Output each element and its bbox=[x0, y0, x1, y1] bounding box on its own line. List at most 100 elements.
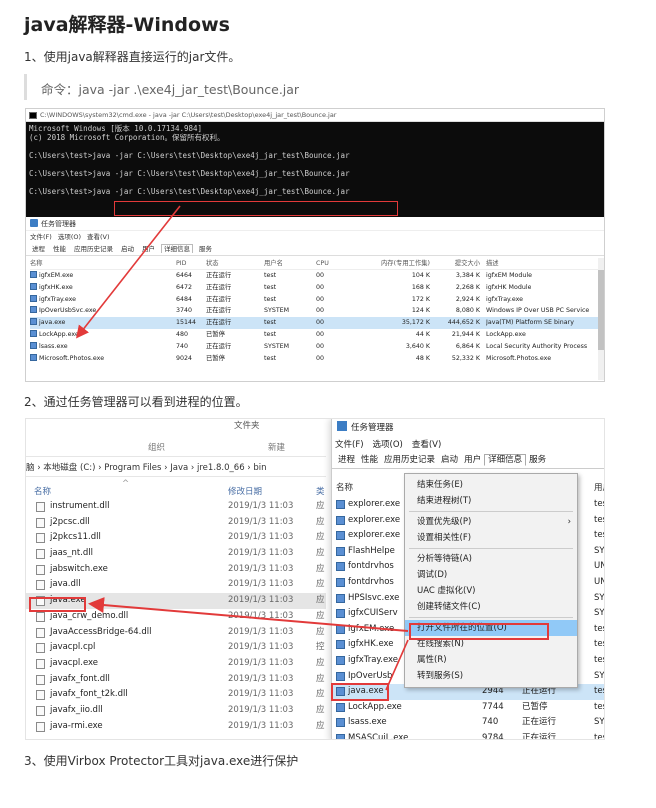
cell-desc: LockApp.exe bbox=[486, 330, 526, 338]
table-row[interactable]: igfxTray.exe 6484 正在运行 test 00 172 K 2,924 Kig… bbox=[30, 294, 600, 306]
cell-pid: 6484 bbox=[176, 295, 193, 303]
table-row[interactable]: lsass.exe 740 正在运行 SYSTEM 00 3,640 K 6,864 K Lo… bbox=[30, 341, 600, 353]
file-row[interactable]: j2pkcs11.dll 2019/1/3 11:03 应 bbox=[26, 530, 326, 546]
context-menu-item[interactable]: 结束进程树(T) bbox=[405, 493, 577, 509]
file-name: jaas_nt.dll bbox=[50, 548, 93, 559]
file-name: javacpl.exe bbox=[50, 657, 99, 668]
file-row[interactable]: javafx_font.dll 2019/1/3 11:03 应 bbox=[26, 672, 326, 688]
file-row[interactable]: java.dll 2019/1/3 11:03 应 bbox=[26, 577, 326, 593]
process-name: igfxTray.exe bbox=[348, 654, 399, 665]
process-user: tes bbox=[594, 639, 604, 650]
col-date[interactable]: 修改日期 bbox=[228, 485, 262, 497]
tab-用户[interactable]: 用户 bbox=[140, 245, 157, 253]
tab-服务[interactable]: 服务 bbox=[526, 455, 549, 465]
cell-status: 已暂停 bbox=[206, 354, 225, 362]
menu-item[interactable]: 文件(F) bbox=[30, 233, 52, 241]
cell-pid: 480 bbox=[176, 330, 189, 338]
context-menu-item[interactable]: UAC 虚拟化(V) bbox=[405, 583, 577, 599]
file-name: j2pkcs11.dll bbox=[50, 532, 101, 543]
tm2-titlebar: 任务管理器 bbox=[332, 419, 604, 437]
tm1-col-header[interactable]: 用户名 bbox=[264, 258, 283, 270]
tab-服务[interactable]: 服务 bbox=[197, 245, 214, 253]
context-menu-item[interactable]: 转到服务(S) bbox=[405, 668, 577, 684]
menu-item[interactable]: 文件(F) bbox=[335, 440, 364, 450]
tab-进程[interactable]: 进程 bbox=[335, 455, 358, 465]
menu-item[interactable]: 选项(O) bbox=[58, 233, 81, 241]
tm1-col-header[interactable]: 名称 bbox=[30, 258, 43, 270]
menu-item[interactable]: 查看(V) bbox=[87, 233, 110, 241]
file-row[interactable]: javacpl.exe 2019/1/3 11:03 应 bbox=[26, 656, 326, 672]
process-name: igfxHK.exe bbox=[348, 639, 394, 650]
file-row[interactable]: instrument.dll 2019/1/3 11:03 应 bbox=[26, 499, 326, 515]
tab-用户[interactable]: 用户 bbox=[461, 455, 484, 465]
process-name: MSASCuiL.exe bbox=[348, 732, 409, 740]
file-row[interactable]: javafx_iio.dll 2019/1/3 11:03 应 bbox=[26, 703, 326, 719]
file-row[interactable]: javafx_font_t2k.dll 2019/1/3 11:03 应 bbox=[26, 687, 326, 703]
file-type: 应 bbox=[316, 704, 325, 715]
process-user: SY bbox=[594, 608, 605, 619]
cmd-line bbox=[29, 142, 601, 151]
file-row[interactable]: jabswitch.exe 2019/1/3 11:03 应 bbox=[26, 562, 326, 578]
process-user: UN bbox=[594, 576, 604, 587]
tab-性能[interactable]: 性能 bbox=[51, 245, 68, 253]
file-row[interactable]: java-rmi.exe 2019/1/3 11:03 应 bbox=[26, 719, 326, 735]
col-type[interactable]: 类 bbox=[316, 485, 325, 497]
cell-user: test bbox=[264, 283, 277, 291]
context-menu-item[interactable]: 创建转储文件(C) bbox=[405, 599, 577, 615]
tab-性能[interactable]: 性能 bbox=[358, 455, 381, 465]
context-menu-item[interactable]: 分析等待链(A) bbox=[405, 551, 577, 567]
tm2-title: 任务管理器 bbox=[351, 423, 394, 433]
table-row[interactable]: Microsoft.Photos.exe 9024 已暂停 test 00 48 K 52,… bbox=[30, 353, 600, 365]
tm2-col-name[interactable]: 名称 bbox=[336, 481, 353, 497]
tab-应用历史记录[interactable]: 应用历史记录 bbox=[381, 455, 438, 465]
tm1-scrollbar[interactable] bbox=[598, 258, 604, 380]
table-row[interactable]: igfxHK.exe 6472 正在运行 test 00 168 K 2,268 Kigfx… bbox=[30, 282, 600, 294]
process-row[interactable]: lsass.exe 740 正在运行 SY bbox=[332, 715, 604, 731]
table-row[interactable]: igfxEM.exe 6464 正在运行 test 00 104 K 3,384 Kigfx… bbox=[30, 270, 600, 282]
cmd-line: C:\Users\test>java -jar C:\Users\test\De… bbox=[29, 187, 350, 196]
tab-应用历史记录[interactable]: 应用历史记录 bbox=[72, 245, 115, 253]
context-menu-item[interactable]: 设置相关性(F) bbox=[405, 530, 577, 546]
process-icon bbox=[336, 609, 345, 619]
tab-启动[interactable]: 启动 bbox=[119, 245, 136, 253]
tab-进程[interactable]: 进程 bbox=[30, 245, 47, 253]
process-row[interactable]: MSASCuiL.exe 9784 正在运行 tes bbox=[332, 731, 604, 740]
menu-item[interactable]: 查看(V) bbox=[412, 440, 441, 450]
tm2-col-user[interactable]: 用户 bbox=[594, 481, 604, 497]
tm1-tabs: 进程 性能 应用历史记录 启动 用户 详细信息 服务 bbox=[26, 243, 604, 256]
file-row[interactable]: j2pcsc.dll 2019/1/3 11:03 应 bbox=[26, 515, 326, 531]
tm1-col-header[interactable]: 提交大小 bbox=[420, 258, 480, 270]
tm1-col-header[interactable]: CPU bbox=[316, 258, 329, 270]
file-name: instrument.dll bbox=[50, 501, 110, 511]
file-row[interactable]: javacpl.cpl 2019/1/3 11:03 控 bbox=[26, 640, 326, 656]
menu-item[interactable]: 选项(O) bbox=[373, 440, 403, 450]
ribbon-new-folder[interactable]: 文件夹 bbox=[234, 419, 260, 431]
file-row[interactable]: jaas_nt.dll 2019/1/3 11:03 应 bbox=[26, 546, 326, 562]
process-pid: 740 bbox=[482, 717, 499, 728]
cell-name: igfxTray.exe bbox=[30, 294, 76, 306]
col-name[interactable]: 名称 bbox=[34, 485, 51, 497]
cell-commit: 444,652 K bbox=[447, 319, 480, 327]
explorer-ribbon: 文件夹 组织 新建 bbox=[26, 419, 326, 457]
context-menu-item[interactable]: 属性(R) bbox=[405, 652, 577, 668]
context-menu-item[interactable]: 结束任务(E) bbox=[405, 477, 577, 493]
task-manager-icon bbox=[337, 421, 347, 431]
tm1-col-header[interactable]: 描述 bbox=[486, 258, 499, 270]
tm1-col-header[interactable]: PID bbox=[176, 258, 187, 270]
process-user: tes bbox=[594, 732, 604, 740]
tab-详细信息[interactable]: 详细信息 bbox=[484, 454, 527, 466]
cell-user: test bbox=[264, 354, 277, 362]
process-row[interactable]: LockApp.exe 7744 已暂停 tes bbox=[332, 700, 604, 716]
tm1-col-header[interactable]: 状态 bbox=[206, 258, 219, 270]
file-icon bbox=[36, 658, 45, 669]
tab-详细信息[interactable]: 详细信息 bbox=[161, 244, 193, 253]
tab-启动[interactable]: 启动 bbox=[438, 455, 461, 465]
file-row[interactable]: JavaAccessBridge-64.dll 2019/1/3 11:03 应 bbox=[26, 625, 326, 641]
context-menu-item[interactable]: 调试(D) bbox=[405, 567, 577, 583]
table-row[interactable]: IpOverUsbSvc.exe 3740 正在运行 SYSTEM 00 124 K 8,0… bbox=[30, 305, 600, 317]
context-menu-item[interactable]: 设置优先级(P) › bbox=[405, 514, 577, 530]
table-row[interactable]: java.exe 15144 正在运行 test 00 35,172 K 444,652 K… bbox=[30, 317, 600, 329]
explorer-address-bar[interactable]: 脑 › 本地磁盘 (C:) › Program Files › Java › j… bbox=[26, 459, 326, 477]
table-row[interactable]: LockApp.exe 480 已暂停 test 00 44 K 21,944 K LockA… bbox=[30, 329, 600, 341]
file-date: 2019/1/3 11:03 bbox=[228, 532, 294, 543]
